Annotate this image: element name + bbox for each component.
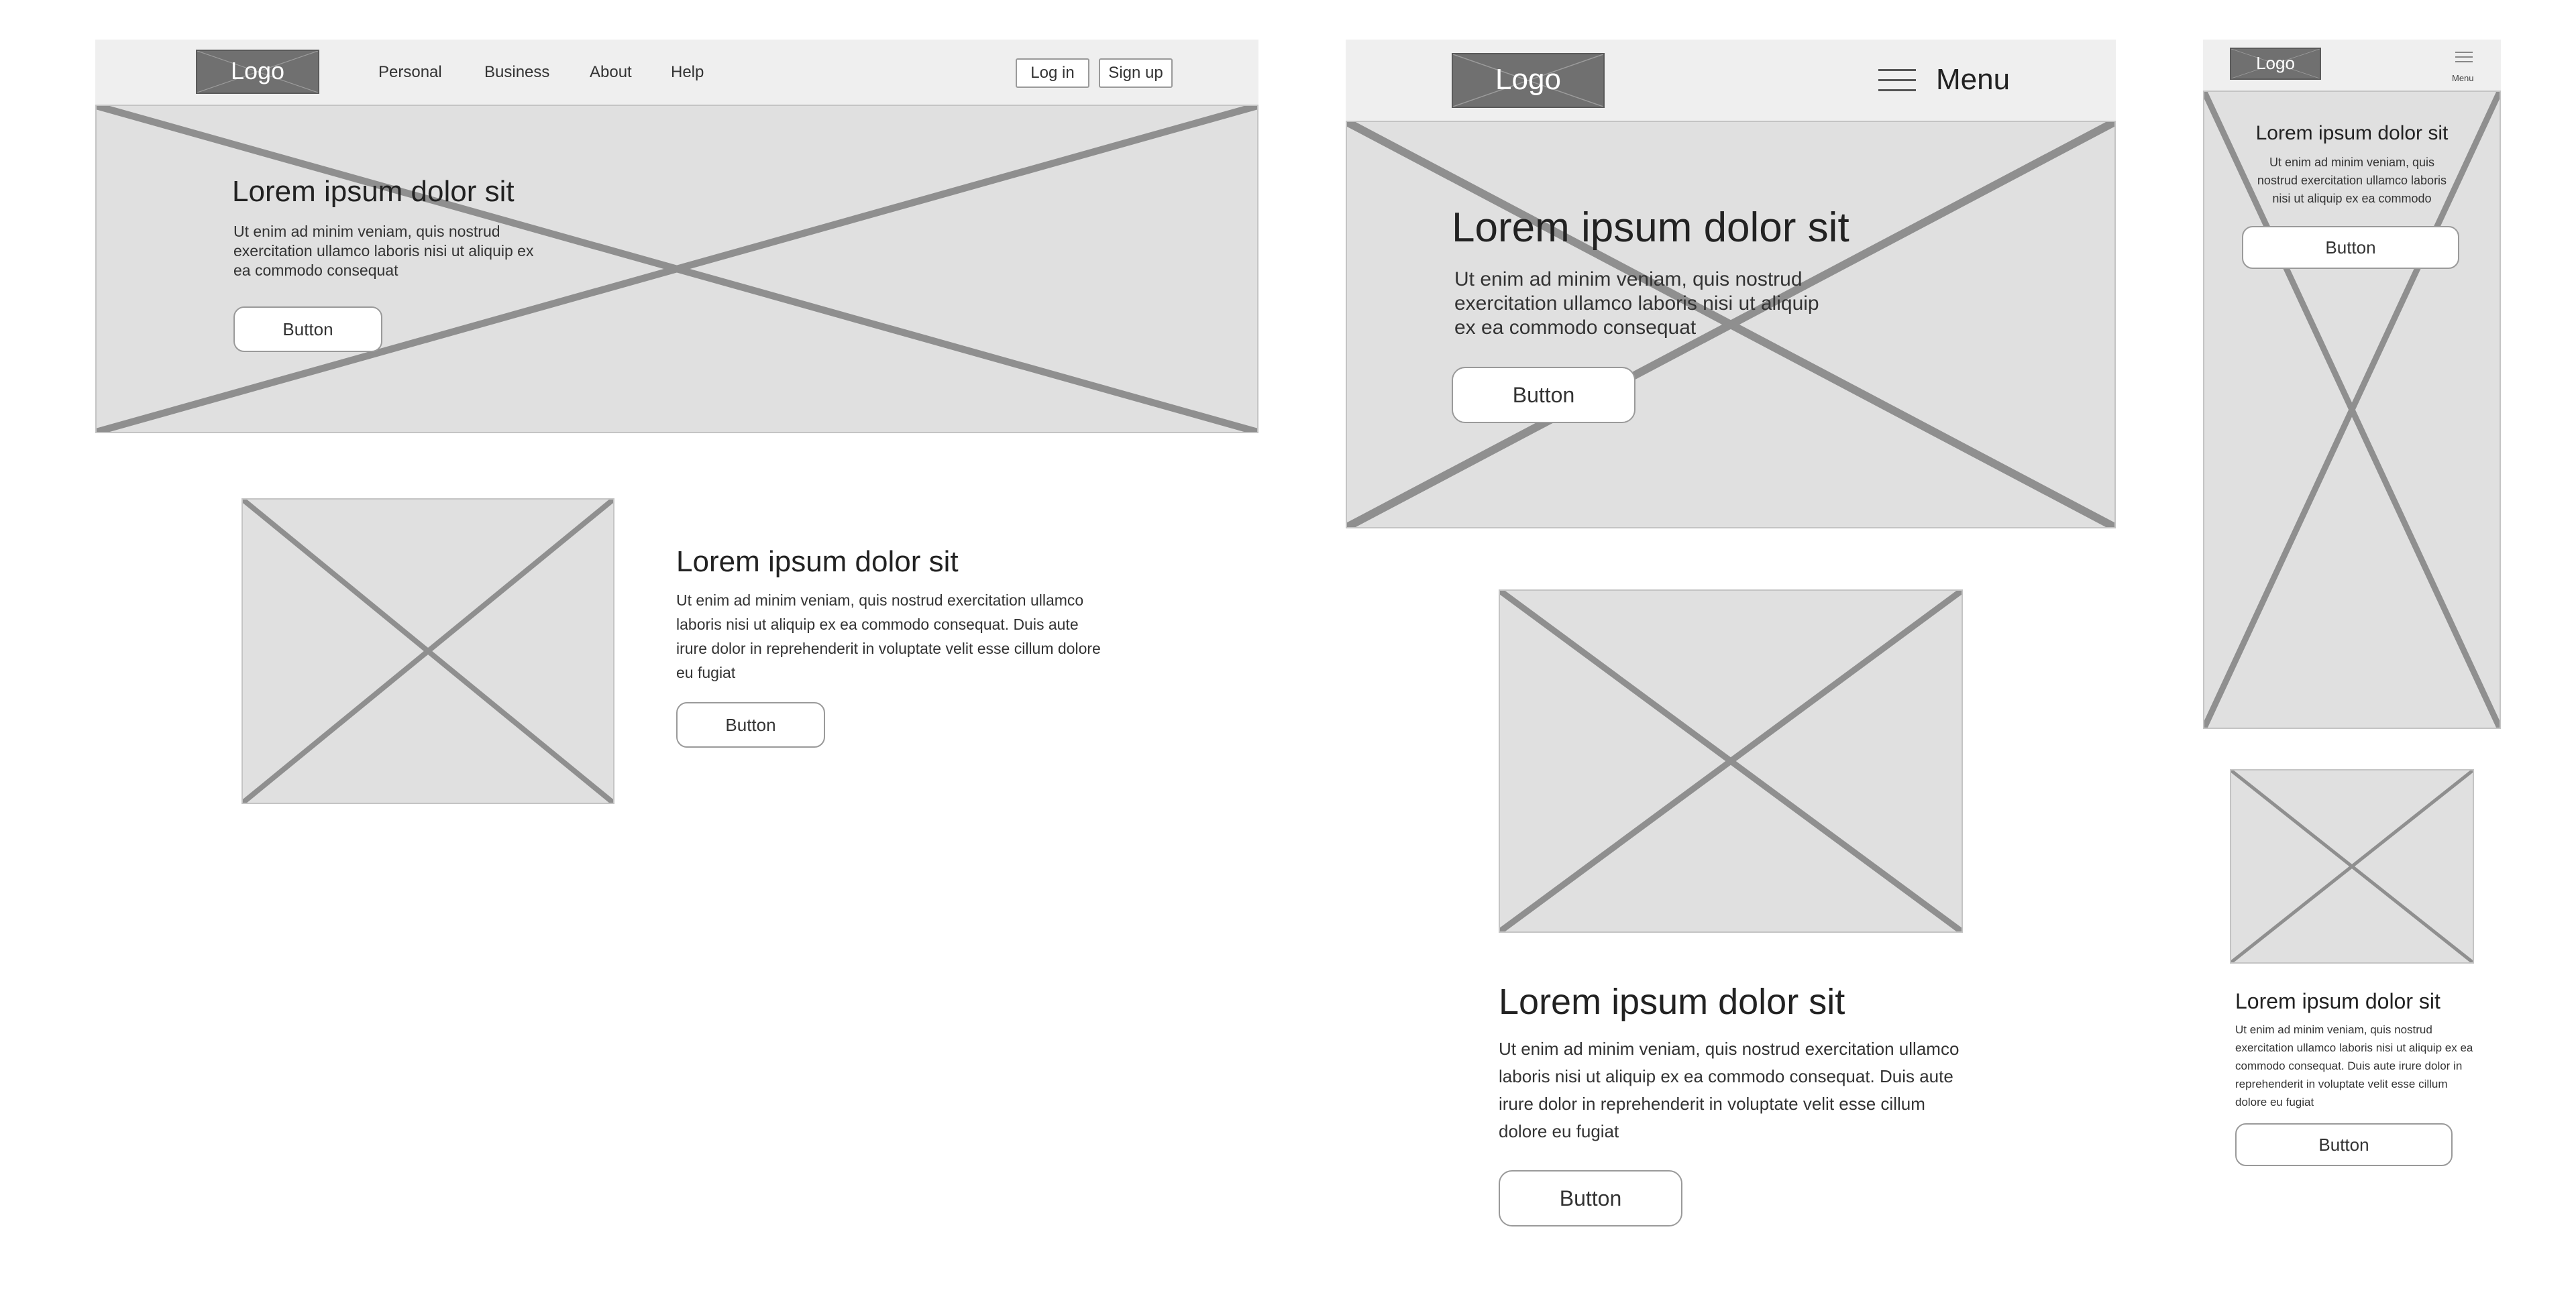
desktop-feature-text: Ut enim ad minim veniam, quis nostrud ex… (676, 591, 1101, 681)
tablet-hero-button[interactable]: Button (1452, 367, 1635, 423)
mobile-feature-text: Ut enim ad minim veniam, quis nostrud ex… (2235, 1023, 2473, 1108)
mobile-menu-label[interactable]: Menu (2452, 73, 2474, 83)
feature-placeholder-cross-icon (1500, 591, 1962, 931)
desktop-nav-link-personal[interactable]: Personal (378, 63, 442, 82)
tablet-feature-image-placeholder (1499, 589, 1963, 933)
tablet-nav-bar: Logo Menu (1346, 40, 2116, 122)
tablet-feature-button[interactable]: Button (1499, 1170, 1682, 1226)
tablet-hero-title: Lorem ipsum dolor sit (1452, 205, 1849, 251)
desktop-feature-title: Lorem ipsum dolor sit (676, 545, 959, 578)
feature-placeholder-cross-icon (2231, 770, 2473, 962)
desktop-hero-title: Lorem ipsum dolor sit (232, 175, 515, 208)
tablet-wireframe: Logo Menu Lorem ipsum dolor sit Ut enim … (1346, 40, 2116, 1226)
mobile-hero-text: Ut enim ad minim veniam, quis nostrud ex… (2257, 156, 2447, 205)
desktop-wireframe: Logo Personal Business About Help Log in… (95, 40, 1258, 817)
tablet-hero-text: Ut enim ad minim veniam, quis nostrud ex… (1454, 268, 1819, 339)
mobile-hamburger-menu-icon[interactable] (2455, 52, 2473, 62)
mobile-hero-button[interactable]: Button (2242, 226, 2459, 269)
tablet-logo[interactable]: Logo (1452, 53, 1605, 108)
desktop-login-button[interactable]: Log in (1016, 58, 1089, 88)
tablet-menu-label[interactable]: Menu (1936, 63, 2010, 97)
desktop-feature-image-placeholder (241, 498, 614, 804)
mobile-hero-title: Lorem ipsum dolor sit (2255, 122, 2449, 144)
desktop-feature-button[interactable]: Button (676, 702, 825, 748)
desktop-signup-button[interactable]: Sign up (1099, 58, 1173, 88)
mobile-logo[interactable]: Logo (2230, 48, 2321, 80)
mobile-feature-title: Lorem ipsum dolor sit (2235, 989, 2440, 1013)
tablet-logo-text: Logo (1495, 63, 1561, 96)
desktop-logo-text: Logo (230, 57, 285, 85)
desktop-hero-button[interactable]: Button (233, 306, 382, 352)
mobile-logo-text: Logo (2256, 52, 2295, 73)
tablet-feature-text: Ut enim ad minim veniam, quis nostrud ex… (1499, 1039, 1960, 1141)
feature-placeholder-cross-icon (243, 500, 613, 803)
tablet-hamburger-menu-icon[interactable] (1878, 69, 1916, 92)
desktop-hero-text: Ut enim ad minim veniam, quis nostrud ex… (233, 223, 534, 279)
desktop-nav-bar: Logo Personal Business About Help Log in… (95, 40, 1258, 106)
desktop-logo[interactable]: Logo (196, 50, 319, 94)
desktop-nav-link-about[interactable]: About (590, 63, 632, 82)
mobile-nav-bar: Logo Menu (2203, 40, 2501, 92)
desktop-nav-link-help[interactable]: Help (671, 63, 704, 82)
tablet-feature-title: Lorem ipsum dolor sit (1499, 982, 1845, 1022)
mobile-feature-button[interactable]: Button (2235, 1123, 2453, 1166)
desktop-nav-link-business[interactable]: Business (484, 63, 549, 82)
mobile-feature-image-placeholder (2230, 769, 2474, 964)
mobile-wireframe: Logo Menu Lorem ipsum dolor sit Ut enim … (2203, 40, 2501, 1166)
